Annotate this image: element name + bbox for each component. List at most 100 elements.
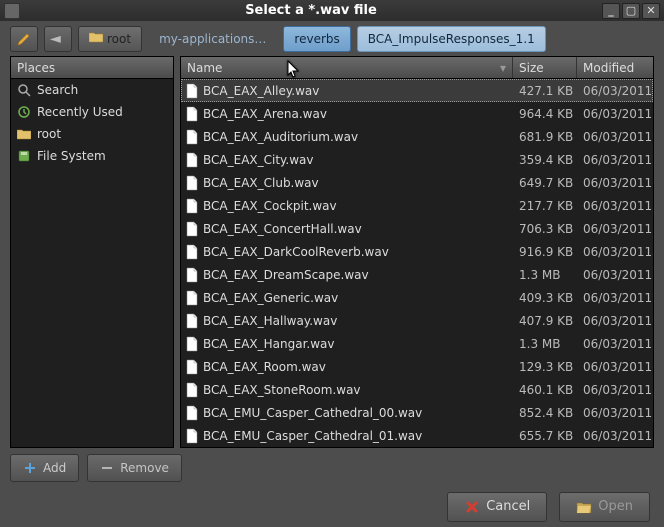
breadcrumb-reverbs[interactable]: reverbs (283, 26, 350, 52)
places-item-search[interactable]: Search (11, 79, 173, 101)
plus-icon (23, 461, 37, 475)
add-bookmark-button[interactable]: Add (10, 454, 79, 482)
file-modified: 06/03/2011 (577, 360, 653, 374)
file-row[interactable]: BCA_EAX_Cockpit.wav217.7 KB06/03/2011 (181, 194, 653, 217)
chevron-left-icon: ◄ (50, 31, 66, 47)
file-modified: 06/03/2011 (577, 291, 653, 305)
file-icon (181, 267, 199, 283)
file-row[interactable]: BCA_EAX_DarkCoolReverb.wav916.9 KB06/03/… (181, 240, 653, 263)
file-size: 427.1 KB (513, 84, 577, 98)
file-row[interactable]: BCA_EAX_Hangar.wav1.3 MB06/03/2011 (181, 332, 653, 355)
titlebar[interactable]: Select a *.wav file _ ▢ ✕ (0, 0, 664, 21)
file-name: BCA_EAX_ConcertHall.wav (199, 222, 513, 236)
places-item-disk[interactable]: File System (11, 145, 173, 167)
file-icon (181, 152, 199, 168)
file-icon (181, 129, 199, 145)
file-modified: 06/03/2011 (577, 268, 653, 282)
column-name[interactable]: Name▾ (181, 57, 513, 78)
file-size: 409.3 KB (513, 291, 577, 305)
dialog-footer: Cancel Open (0, 486, 664, 527)
breadcrumb-myapps[interactable]: my-applications… (148, 26, 277, 52)
file-name: BCA_EAX_City.wav (199, 153, 513, 167)
sort-indicator-icon: ▾ (500, 61, 506, 75)
disk-icon (17, 149, 31, 163)
file-size: 129.3 KB (513, 360, 577, 374)
open-button[interactable]: Open (559, 492, 650, 522)
file-row[interactable]: BCA_EAX_Generic.wav409.3 KB06/03/2011 (181, 286, 653, 309)
file-list-header: Name▾ Size Modified (181, 57, 653, 79)
file-size: 649.7 KB (513, 176, 577, 190)
folder-icon (17, 127, 31, 141)
file-name: BCA_EMU_Casper_Cathedral_00.wav (199, 406, 513, 420)
places-item-label: Recently Used (37, 105, 123, 119)
file-size: 460.1 KB (513, 383, 577, 397)
file-size: 1.3 MB (513, 268, 577, 282)
breadcrumb-bca-label: BCA_ImpulseResponses_1.1 (368, 32, 535, 46)
column-modified[interactable]: Modified (577, 57, 653, 78)
file-row[interactable]: BCA_EMU_Casper_Cathedral_00.wav852.4 KB0… (181, 401, 653, 424)
file-modified: 06/03/2011 (577, 245, 653, 259)
places-item-recent[interactable]: Recently Used (11, 101, 173, 123)
close-button[interactable]: ✕ (642, 3, 660, 19)
edit-path-button[interactable] (10, 26, 38, 52)
cancel-button[interactable]: Cancel (447, 492, 547, 522)
back-button[interactable]: ◄ (44, 26, 72, 52)
file-size: 359.4 KB (513, 153, 577, 167)
file-row[interactable]: BCA_EAX_Club.wav649.7 KB06/03/2011 (181, 171, 653, 194)
file-icon (181, 175, 199, 191)
file-icon (181, 382, 199, 398)
recent-icon (17, 105, 31, 119)
file-icon (181, 336, 199, 352)
file-modified: 06/03/2011 (577, 406, 653, 420)
file-row[interactable]: BCA_EAX_Auditorium.wav681.9 KB06/03/2011 (181, 125, 653, 148)
file-icon (181, 359, 199, 375)
file-row[interactable]: BCA_EAX_City.wav359.4 KB06/03/2011 (181, 148, 653, 171)
file-row[interactable]: BCA_EMU_Casper_Cathedral_01.wav655.7 KB0… (181, 424, 653, 447)
minimize-button[interactable]: _ (602, 3, 620, 19)
file-list-body[interactable]: BCA_EAX_Alley.wav427.1 KB06/03/2011BCA_E… (181, 79, 653, 447)
file-size: 852.4 KB (513, 406, 577, 420)
file-row[interactable]: BCA_EAX_Arena.wav964.4 KB06/03/2011 (181, 102, 653, 125)
file-size: 706.3 KB (513, 222, 577, 236)
file-row[interactable]: BCA_EAX_Room.wav129.3 KB06/03/2011 (181, 355, 653, 378)
file-name: BCA_EAX_Arena.wav (199, 107, 513, 121)
file-modified: 06/03/2011 (577, 337, 653, 351)
file-row[interactable]: BCA_EAX_Alley.wav427.1 KB06/03/2011 (181, 79, 653, 102)
app-icon (4, 3, 20, 19)
places-header: Places (11, 57, 173, 79)
file-modified: 06/03/2011 (577, 429, 653, 443)
file-name: BCA_EAX_Hangar.wav (199, 337, 513, 351)
file-icon (181, 106, 199, 122)
places-item-label: File System (37, 149, 106, 163)
file-row[interactable]: BCA_EAX_DreamScape.wav1.3 MB06/03/2011 (181, 263, 653, 286)
file-modified: 06/03/2011 (577, 383, 653, 397)
cancel-icon (464, 499, 480, 515)
column-size[interactable]: Size (513, 57, 577, 78)
file-row[interactable]: BCA_EAX_Hallway.wav407.9 KB06/03/2011 (181, 309, 653, 332)
file-modified: 06/03/2011 (577, 314, 653, 328)
file-icon (181, 244, 199, 260)
file-size: 964.4 KB (513, 107, 577, 121)
file-list: Name▾ Size Modified BCA_EAX_Alley.wav427… (180, 56, 654, 448)
breadcrumb-myapps-label: my-applications… (159, 32, 266, 46)
file-size: 681.9 KB (513, 130, 577, 144)
file-row[interactable]: BCA_EAX_ConcertHall.wav706.3 KB06/03/201… (181, 217, 653, 240)
file-dialog: Select a *.wav file _ ▢ ✕ ◄ root my-appl… (0, 0, 664, 527)
remove-label: Remove (120, 461, 169, 475)
breadcrumb-root[interactable]: root (78, 26, 142, 52)
file-name: BCA_EAX_Alley.wav (199, 84, 513, 98)
remove-bookmark-button[interactable]: Remove (87, 454, 182, 482)
breadcrumb-root-label: root (107, 32, 131, 46)
file-name: BCA_EAX_DreamScape.wav (199, 268, 513, 282)
file-modified: 06/03/2011 (577, 199, 653, 213)
file-row[interactable]: BCA_EAX_StoneRoom.wav460.1 KB06/03/2011 (181, 378, 653, 401)
places-item-folder[interactable]: root (11, 123, 173, 145)
file-name: BCA_EAX_DarkCoolReverb.wav (199, 245, 513, 259)
maximize-button[interactable]: ▢ (622, 3, 640, 19)
file-modified: 06/03/2011 (577, 107, 653, 121)
breadcrumb-bca[interactable]: BCA_ImpulseResponses_1.1 (357, 26, 546, 52)
file-modified: 06/03/2011 (577, 153, 653, 167)
file-icon (181, 221, 199, 237)
file-name: BCA_EAX_StoneRoom.wav (199, 383, 513, 397)
folder-open-icon (576, 500, 592, 514)
